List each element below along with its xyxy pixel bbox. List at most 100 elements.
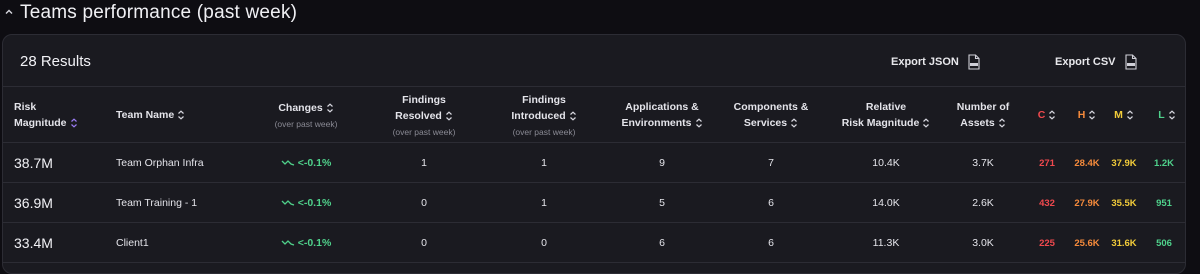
col-risk-magnitude[interactable]: Risk Magnitude xyxy=(14,87,78,143)
col-critical[interactable]: C xyxy=(1033,87,1061,143)
col-relative-risk[interactable]: Relative Risk Magnitude xyxy=(831,87,941,143)
section-header[interactable]: Teams performance (past week) xyxy=(4,0,297,26)
risk-magnitude-value: 36.9M xyxy=(14,195,53,211)
sort-icon xyxy=(178,110,185,120)
sort-icon xyxy=(1089,110,1096,120)
change-cell: <-0.1% xyxy=(261,223,351,263)
team-name[interactable]: Team Training - 1 xyxy=(116,183,197,223)
findings-introduced-value: 1 xyxy=(541,197,547,209)
export-csv-button[interactable]: Export CSV xyxy=(1055,54,1138,70)
col-apps-envs[interactable]: Applications & Environments xyxy=(607,87,717,143)
num-assets-value: 3.7K xyxy=(972,157,994,169)
risk-magnitude-value: 38.7M xyxy=(14,155,53,171)
apps-envs-value: 9 xyxy=(659,157,665,169)
trend-down-icon xyxy=(281,200,294,206)
relative-risk-value: 14.0K xyxy=(872,197,900,209)
relative-risk-value: 10.4K xyxy=(872,157,900,169)
findings-resolved-value: 1 xyxy=(421,157,427,169)
high-count: 25.6K xyxy=(1074,237,1100,249)
col-components-services[interactable]: Components & Services xyxy=(721,87,821,143)
findings-introduced-value: 1 xyxy=(541,157,547,169)
findings-resolved-value: 0 xyxy=(421,237,427,249)
col-high[interactable]: H xyxy=(1073,87,1101,143)
trend-down-icon xyxy=(281,160,294,166)
col-num-assets-line1: Number of xyxy=(956,101,1010,113)
relative-risk-value: 11.3K xyxy=(872,237,900,249)
col-findings-introduced-sub: (over past week) xyxy=(512,127,576,137)
sort-icon xyxy=(1126,110,1133,120)
col-findings-resolved-line2: Resolved xyxy=(395,110,442,122)
team-name[interactable]: Client1 xyxy=(116,223,149,263)
col-changes-label: Changes xyxy=(278,102,323,114)
components-services-value: 6 xyxy=(768,197,774,209)
critical-count: 225 xyxy=(1039,237,1055,249)
col-risk-magnitude-line2: Magnitude xyxy=(14,117,67,129)
critical-count: 432 xyxy=(1039,197,1055,209)
low-count: 1.2K xyxy=(1153,157,1175,169)
col-changes[interactable]: Changes (over past week) xyxy=(261,87,351,143)
medium-count: 37.9K xyxy=(1111,157,1137,169)
table-header: Risk Magnitude Team Name Changes (over p… xyxy=(3,87,1185,143)
low-count: 506 xyxy=(1156,237,1172,249)
col-num-assets-line2: Assets xyxy=(960,117,995,129)
sort-icon xyxy=(998,118,1005,128)
csv-file-icon xyxy=(1124,54,1138,70)
col-critical-label: C xyxy=(1037,109,1046,121)
apps-envs-value: 5 xyxy=(659,197,665,209)
col-low[interactable]: L xyxy=(1154,87,1180,143)
medium-count: 35.5K xyxy=(1111,197,1137,209)
change-value: <-0.1% xyxy=(297,157,332,169)
findings-resolved-value: 0 xyxy=(421,197,427,209)
table-row[interactable]: 33.4M Client1 <-0.1% 0 0 6 6 11.3K 3.0K … xyxy=(3,223,1185,263)
chevron-up-icon[interactable] xyxy=(4,6,14,20)
col-relative-risk-line2: Risk Magnitude xyxy=(841,117,920,129)
col-components-services-line1: Components & xyxy=(733,101,809,113)
json-file-icon xyxy=(967,54,981,70)
table-row[interactable]: 38.7M Team Orphan Infra <-0.1% 1 1 9 7 1… xyxy=(3,143,1185,183)
team-name[interactable]: Team Orphan Infra xyxy=(116,143,204,183)
col-findings-introduced[interactable]: Findings Introduced (over past week) xyxy=(499,87,589,143)
sort-icon xyxy=(923,118,930,128)
table-toolbar: 28 Results Export JSON Export CSV xyxy=(3,35,1185,87)
col-apps-envs-line1: Applications & xyxy=(625,101,699,113)
low-count: 951 xyxy=(1156,197,1172,209)
sort-icon xyxy=(791,118,798,128)
findings-introduced-value: 0 xyxy=(541,237,547,249)
high-count: 28.4K xyxy=(1074,157,1100,169)
col-team-name-label: Team Name xyxy=(116,109,175,121)
change-cell: <-0.1% xyxy=(261,143,351,183)
export-json-button[interactable]: Export JSON xyxy=(891,54,981,70)
sort-icon xyxy=(569,111,576,121)
col-risk-magnitude-line1: Risk xyxy=(14,101,37,113)
results-count: 28 Results xyxy=(20,53,91,70)
num-assets-value: 3.0K xyxy=(972,237,994,249)
change-value: <-0.1% xyxy=(297,197,332,209)
critical-count: 271 xyxy=(1039,157,1055,169)
export-csv-label: Export CSV xyxy=(1055,56,1116,68)
col-num-assets[interactable]: Number of Assets xyxy=(947,87,1019,143)
sort-icon xyxy=(445,111,452,121)
col-medium-label: M xyxy=(1114,109,1123,121)
col-findings-introduced-line1: Findings xyxy=(522,94,566,106)
sort-icon xyxy=(326,103,333,113)
change-cell: <-0.1% xyxy=(261,183,351,223)
components-services-value: 7 xyxy=(768,157,774,169)
col-low-label: L xyxy=(1158,109,1165,121)
col-findings-introduced-line2: Introduced xyxy=(511,110,566,122)
col-medium[interactable]: M xyxy=(1110,87,1138,143)
table-row[interactable]: 36.9M Team Training - 1 <-0.1% 0 1 5 6 1… xyxy=(3,183,1185,223)
medium-count: 31.6K xyxy=(1111,237,1137,249)
col-team-name[interactable]: Team Name xyxy=(116,87,185,143)
col-high-label: H xyxy=(1077,109,1086,121)
col-findings-resolved[interactable]: Findings Resolved (over past week) xyxy=(379,87,469,143)
trend-down-icon xyxy=(281,240,294,246)
change-value: <-0.1% xyxy=(297,237,332,249)
section-title: Teams performance (past week) xyxy=(20,2,298,23)
col-findings-resolved-line1: Findings xyxy=(402,94,446,106)
sort-icon xyxy=(1168,110,1175,120)
col-relative-risk-line1: Relative xyxy=(865,101,907,113)
col-findings-resolved-sub: (over past week) xyxy=(392,127,456,137)
apps-envs-value: 6 xyxy=(659,237,665,249)
col-changes-sub: (over past week) xyxy=(274,119,338,129)
num-assets-value: 2.6K xyxy=(972,197,994,209)
